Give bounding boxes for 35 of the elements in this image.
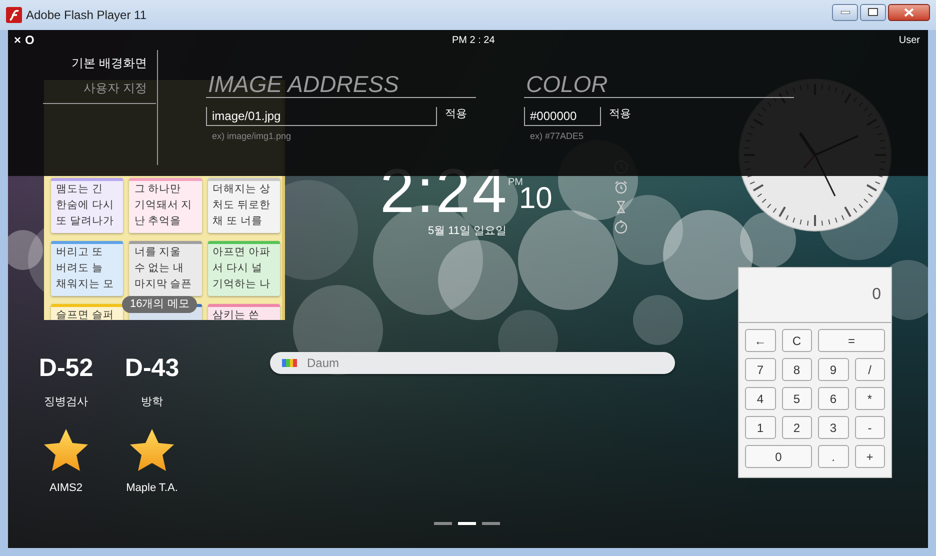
note-text: 버려도 늘 <box>55 261 104 276</box>
note-text: 맴도는 긴 <box>55 182 104 197</box>
section-heading: COLOR <box>524 72 794 98</box>
note-text: 더해지는 상 <box>212 182 272 197</box>
countdown-days: D-43 <box>124 352 180 384</box>
note-text: 마지막 슬픈 <box>133 277 194 292</box>
section-heading: IMAGE ADDRESS <box>206 72 476 98</box>
note-text: 너를 지울 <box>133 245 182 260</box>
note-text: 채워지는 모 <box>55 277 115 292</box>
note-text: 삼키는 쓴 <box>212 308 261 320</box>
hint-text: ex) image/img1.png <box>212 130 292 143</box>
countdown-days: D-52 <box>38 352 94 384</box>
note-text: 서 다시 널 <box>212 261 264 276</box>
note-text: 기억돼서 지 <box>133 198 194 213</box>
countdown-label: 방학 <box>141 395 163 410</box>
note-text: 난 추억을 <box>133 214 182 229</box>
top-bar-time: PM 2 : 24 <box>452 34 495 48</box>
note-text: 처도 뒤로한 <box>212 198 272 213</box>
note-text: 한숨에 다시 <box>55 198 115 213</box>
window-title: Adobe Flash Player 11 <box>26 7 147 24</box>
clock-ampm: PM <box>508 177 523 188</box>
note-text: 버리고 또 <box>55 245 104 260</box>
clock-time: 2:24 <box>380 164 509 220</box>
clock-date: 5월 11일 일요일 <box>428 224 507 239</box>
calculator-display: 0 <box>739 268 891 323</box>
note-text: 또 달려나가 <box>55 214 115 229</box>
note-text: 수 없는 내 <box>133 261 186 276</box>
note-text: 슬프면 슬퍼 <box>55 308 115 320</box>
note-text: 그 하나만 <box>133 182 182 197</box>
note-text: 기억하는 나 <box>212 277 272 292</box>
memo-count-toast: 16개의 메모 <box>122 296 198 313</box>
countdown-label: 징병검사 <box>44 395 88 410</box>
note-text: 아프면 아파 <box>212 245 272 260</box>
note-text: 채 또 너를 <box>212 214 264 229</box>
hint-text: ex) #77ADE5 <box>530 130 585 143</box>
